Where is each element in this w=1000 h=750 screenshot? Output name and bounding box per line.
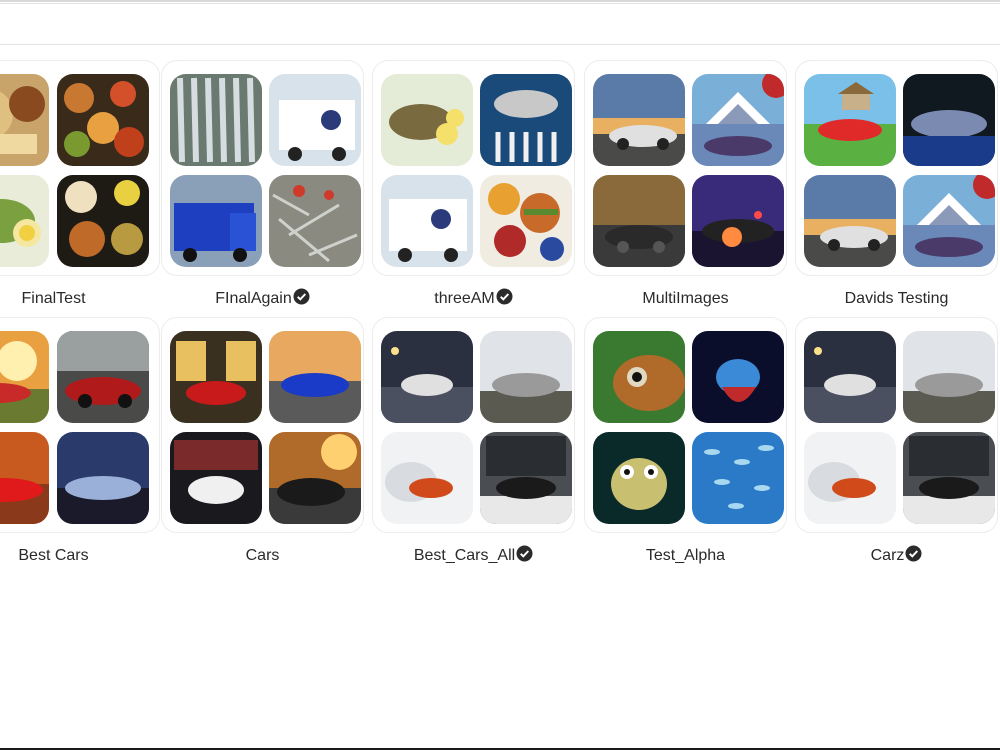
collection-thumbnail [269,74,361,166]
collection-thumbnail [0,331,49,423]
collection-thumbnail [170,175,262,267]
collection-thumbnail [0,432,49,524]
collection-thumbnail [57,74,149,166]
collection-card[interactable] [584,317,787,533]
collection-thumbnail [804,331,896,423]
collection-thumbnail [480,331,572,423]
collection-thumbnail [593,175,685,267]
collection-title[interactable]: Test_Alpha [584,545,787,567]
collection-thumbnail [170,432,262,524]
collection-card[interactable] [795,317,998,533]
collection-thumbnail [692,432,784,524]
collection-thumbnail [0,175,49,267]
collection-thumbnail [381,175,473,267]
collection-thumbnail [804,175,896,267]
collection-thumbnail [381,74,473,166]
collection-title[interactable]: MultiImages [584,288,787,310]
collection-thumbnail [903,175,995,267]
collection-title[interactable]: Best_Cars_All [372,545,575,567]
check-circle-icon [496,288,513,305]
collection-thumbnail [381,331,473,423]
collection-thumbnail [903,432,995,524]
collection-thumbnail [269,175,361,267]
collection-title[interactable]: threeAM [372,288,575,310]
collection-card[interactable] [0,60,160,276]
collection-card[interactable] [372,317,575,533]
collection-title[interactable]: Best Cars [0,545,155,567]
collection-title[interactable]: FinalTest [0,288,155,310]
collection-thumbnail [804,432,896,524]
collection-thumbnail [269,432,361,524]
search-input[interactable] [0,4,1000,44]
collection-thumbnail [593,432,685,524]
collection-card[interactable] [584,60,787,276]
collection-thumbnail [804,74,896,166]
collection-thumbnail [480,74,572,166]
collection-thumbnail [57,175,149,267]
collection-card[interactable] [161,60,364,276]
collection-title[interactable]: Cars [161,545,364,567]
collection-thumbnail [381,432,473,524]
collection-title[interactable]: Carz [795,545,998,567]
collection-thumbnail [903,331,995,423]
collection-thumbnail [593,74,685,166]
search-bar[interactable] [0,3,1000,45]
collection-card[interactable] [0,317,160,533]
collection-title[interactable]: Davids Testing [795,288,998,310]
collection-thumbnail [480,175,572,267]
check-circle-icon [905,545,922,562]
top-divider [0,0,1000,2]
collection-thumbnail [692,331,784,423]
collection-thumbnail [692,74,784,166]
collection-thumbnail [0,74,49,166]
check-circle-icon [293,288,310,305]
collection-card[interactable] [161,317,364,533]
collection-thumbnail [170,331,262,423]
collection-thumbnail [57,331,149,423]
collection-thumbnail [903,74,995,166]
collection-thumbnail [57,432,149,524]
collection-thumbnail [593,331,685,423]
collection-title[interactable]: FInalAgain [161,288,364,310]
collection-thumbnail [170,74,262,166]
check-circle-icon [516,545,533,562]
collection-card[interactable] [372,60,575,276]
collection-thumbnail [480,432,572,524]
collection-card[interactable] [795,60,998,276]
collection-thumbnail [692,175,784,267]
collection-thumbnail [269,331,361,423]
